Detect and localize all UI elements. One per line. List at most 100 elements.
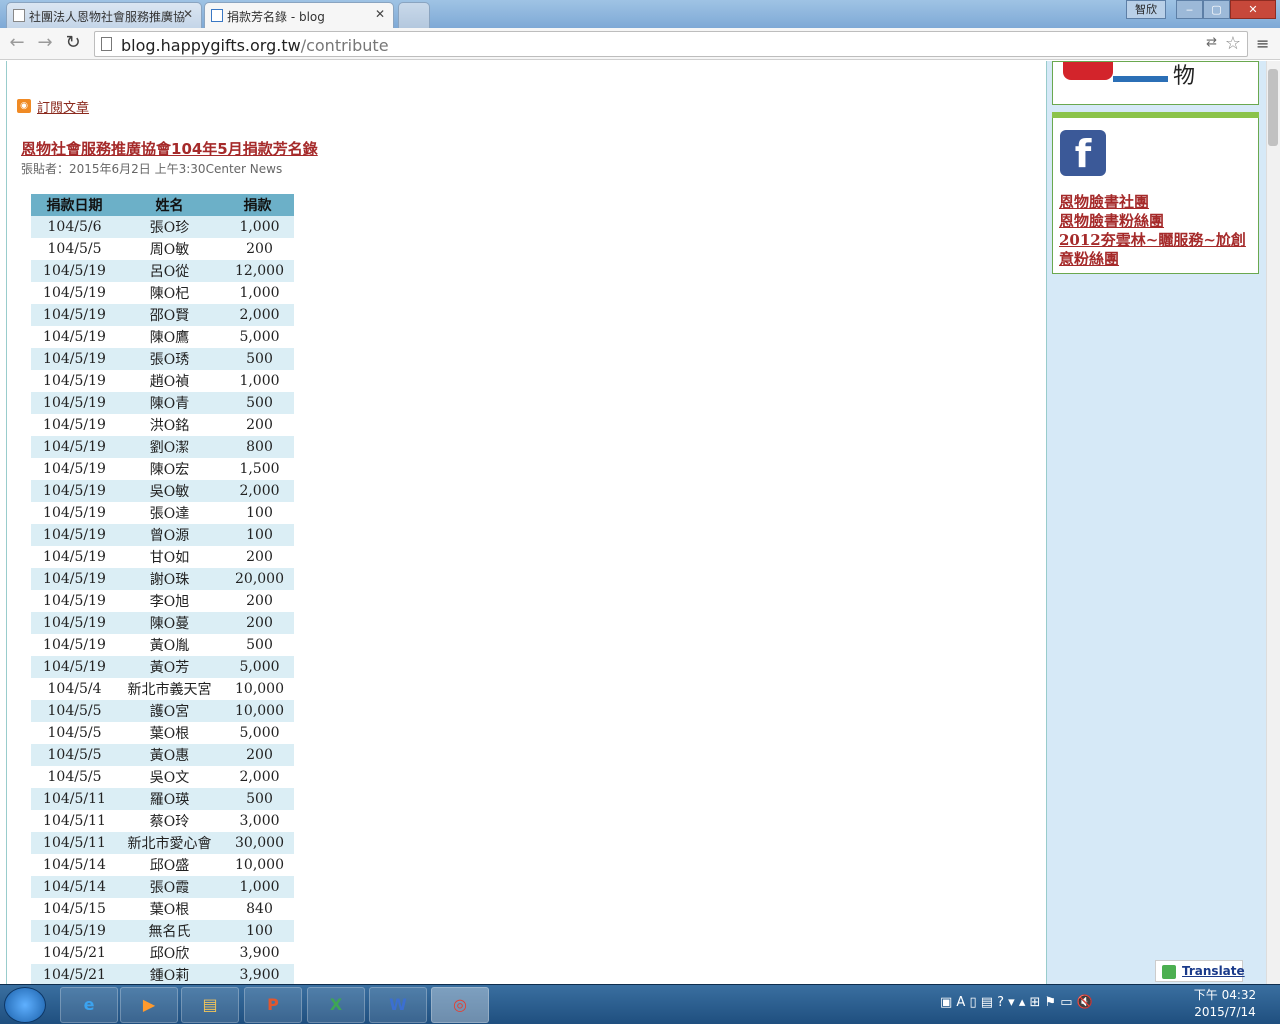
- cell-amount: 2,000: [239, 769, 280, 785]
- close-window-button[interactable]: ✕: [1230, 0, 1276, 19]
- cell-amount: 5,000: [239, 329, 280, 345]
- cell-date: 104/5/21: [43, 945, 106, 961]
- clock-time: 下午 04:32: [1193, 988, 1257, 1002]
- back-icon[interactable]: ←: [6, 32, 28, 54]
- table-row: 104/5/19 黃O胤 500: [31, 634, 294, 656]
- file-explorer-icon[interactable]: ▤: [181, 987, 239, 1023]
- table-header-row: 捐款日期 姓名 捐款: [31, 194, 294, 216]
- table-row: 104/5/19 張O達 100: [31, 502, 294, 524]
- cell-date: 104/5/19: [31, 656, 118, 678]
- scrollbar-thumb[interactable]: [1268, 69, 1278, 146]
- cell-amount: 1,000: [221, 876, 294, 898]
- table-row: 104/5/11 蔡O玲 3,000: [31, 810, 294, 832]
- post-meta: 張貼者：2015年6月2日 上午3:30Center News: [21, 162, 283, 176]
- tab-association[interactable]: 社團法人恩物社會服務推廣協 ✕: [6, 2, 202, 28]
- cell-name: 吳O文: [149, 770, 190, 786]
- subscribe-link[interactable]: 訂閱文章: [37, 97, 89, 116]
- close-tab-icon[interactable]: ✕: [375, 7, 385, 21]
- table-row: 104/5/14 邱O盛 10,000: [31, 854, 294, 876]
- table-row: 104/5/19 張O琇 500: [31, 348, 294, 370]
- minimize-button[interactable]: ‒: [1176, 0, 1203, 19]
- header-name: 姓名: [118, 194, 221, 216]
- table-row: 104/5/19 陳O鷹 5,000: [31, 326, 294, 348]
- address-bar[interactable]: blog.happygifts.org.tw/contribute ⇄ ☆: [94, 31, 1248, 57]
- cell-date: 104/5/11: [43, 813, 106, 829]
- facebook-icon[interactable]: f: [1060, 130, 1106, 176]
- cell-amount: 1,000: [239, 285, 280, 301]
- table-row: 104/5/4 新北市義天宮 10,000: [31, 678, 294, 700]
- cell-amount: 3,900: [221, 964, 294, 984]
- menu-icon[interactable]: ≡: [1256, 34, 1269, 53]
- cell-amount: 200: [246, 417, 273, 433]
- cell-name: 陳O杞: [149, 286, 190, 302]
- url-text[interactable]: blog.happygifts.org.tw/contribute: [121, 36, 389, 55]
- table-row: 104/5/19 無名氏 100: [31, 920, 294, 942]
- table-row: 104/5/14 張O霞 1,000: [31, 876, 294, 898]
- facebook-widget: f 恩物臉書社團 恩物臉書粉絲團 2012夯雲林~矖服務~尬創意粉絲團: [1052, 118, 1259, 274]
- clock[interactable]: 下午 04:32 2015/7/14: [1190, 987, 1260, 1021]
- taskbar: e ▶ ▤ P X W ◎ ▣ A ▯ ▤ ? ▾ ▴ ⊞ ⚑ ▭ 🔇 下午 0…: [0, 984, 1280, 1024]
- cell-amount: 100: [221, 920, 294, 942]
- title-bar: 社團法人恩物社會服務推廣協 ✕ 捐款芳名錄 - blog ✕ 智欣 ‒ ▢ ✕: [0, 0, 1280, 28]
- rss-icon[interactable]: ◉: [17, 99, 31, 113]
- reload-icon[interactable]: ↻: [62, 32, 84, 54]
- table-row: 104/5/5 周O敏 200: [31, 238, 294, 260]
- post-title-link[interactable]: 恩物社會服務推廣協會104年5月捐款芳名錄: [21, 138, 318, 159]
- table-row: 104/5/19 甘O如 200: [31, 546, 294, 568]
- cell-name: 甘O如: [149, 550, 190, 566]
- tab-contribute[interactable]: 捐款芳名錄 - blog ✕: [204, 2, 394, 28]
- cell-amount: 500: [221, 392, 294, 414]
- cell-date: 104/5/14: [31, 876, 118, 898]
- tab-label: 社團法人恩物社會服務推廣協: [29, 10, 186, 24]
- new-tab-button[interactable]: [398, 2, 430, 28]
- powerpoint-icon[interactable]: P: [244, 987, 302, 1023]
- table-row: 104/5/19 趙O禎 1,000: [31, 370, 294, 392]
- scrollbar[interactable]: [1266, 61, 1280, 984]
- cell-name: 洪O銘: [149, 418, 190, 434]
- cell-date: 104/5/6: [31, 216, 118, 238]
- fb-fanpage-link[interactable]: 恩物臉書粉絲團: [1059, 212, 1254, 231]
- header-amount: 捐款: [221, 194, 294, 216]
- cell-name: 無名氏: [118, 920, 221, 942]
- cell-name: 葉O根: [149, 726, 190, 742]
- cell-name: 蔡O玲: [149, 814, 190, 830]
- system-tray[interactable]: ▣ A ▯ ▤ ? ▾ ▴ ⊞ ⚑ ▭ 🔇: [940, 995, 1093, 1010]
- cell-name: 黃O胤: [149, 638, 190, 654]
- translate-icon[interactable]: ⇄: [1206, 35, 1217, 50]
- translate-button[interactable]: Translate: [1155, 960, 1245, 982]
- bookmark-star-icon[interactable]: ☆: [1225, 33, 1241, 54]
- cell-date: 104/5/19: [31, 612, 118, 634]
- cell-name: 邵O賢: [118, 304, 221, 326]
- cell-amount: 200: [221, 744, 294, 766]
- table-row: 104/5/19 邵O賢 2,000: [31, 304, 294, 326]
- word-icon[interactable]: W: [369, 987, 427, 1023]
- donation-table: 捐款日期 姓名 捐款 104/5/6 張O珍 1,000 104/5/5 周O敏 200 1…: [31, 194, 294, 984]
- cell-date: 104/5/19: [31, 392, 118, 414]
- fb-yunlin-link[interactable]: 2012夯雲林~矖服務~尬創意粉絲團: [1059, 231, 1254, 269]
- cell-date: 104/5/5: [47, 769, 102, 785]
- excel-icon[interactable]: X: [307, 987, 365, 1023]
- chrome-icon[interactable]: ◎: [431, 987, 489, 1023]
- maximize-button[interactable]: ▢: [1203, 0, 1230, 19]
- close-tab-icon[interactable]: ✕: [183, 7, 193, 21]
- fb-group-link[interactable]: 恩物臉書社團: [1059, 193, 1254, 212]
- cell-date: 104/5/19: [31, 480, 118, 502]
- google-translate-icon: [1162, 965, 1176, 979]
- cell-date: 104/5/5: [31, 744, 118, 766]
- start-button[interactable]: [4, 987, 46, 1023]
- cell-name: 護O宮: [118, 700, 221, 722]
- facebook-links: 恩物臉書社團 恩物臉書粉絲團 2012夯雲林~矖服務~尬創意粉絲團: [1059, 193, 1254, 269]
- profile-button[interactable]: 智欣: [1126, 0, 1166, 19]
- cell-name: 張O珍: [118, 216, 221, 238]
- table-row: 104/5/19 吳O敏 2,000: [31, 480, 294, 502]
- cell-amount: 10,000: [221, 700, 294, 722]
- cell-amount: 500: [246, 637, 273, 653]
- ie-icon[interactable]: e: [60, 987, 118, 1023]
- forward-icon[interactable]: →: [34, 32, 56, 54]
- cell-name: 張O霞: [118, 876, 221, 898]
- table-row: 104/5/19 曾O源 100: [31, 524, 294, 546]
- cell-date: 104/5/21: [31, 964, 118, 984]
- cell-name: 曾O源: [118, 524, 221, 546]
- media-player-icon[interactable]: ▶: [120, 987, 178, 1023]
- cell-amount: 30,000: [221, 832, 294, 854]
